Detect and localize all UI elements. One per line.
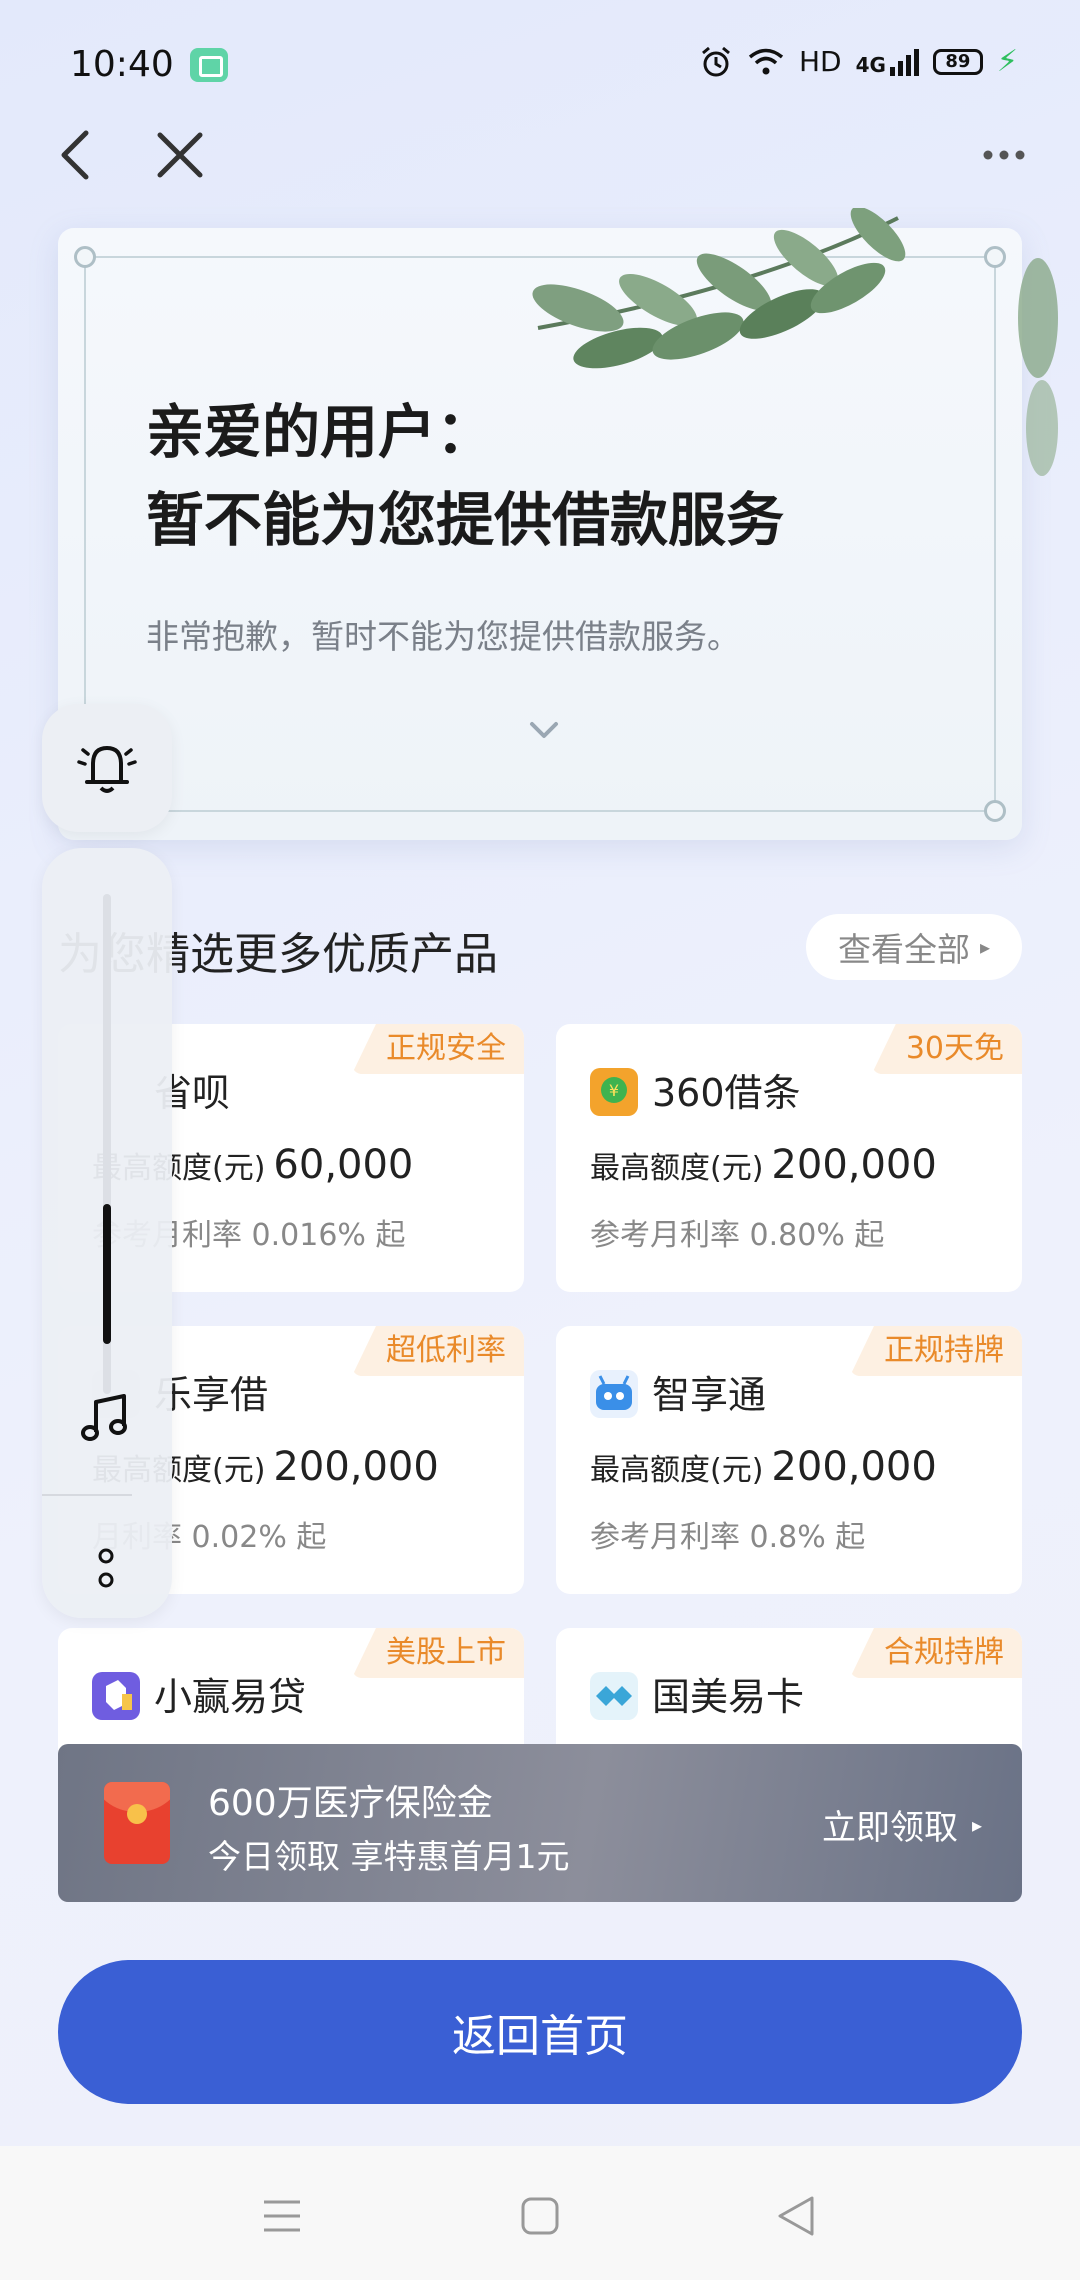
- product-tag: 超低利率: [352, 1326, 524, 1376]
- battery-indicator: 89: [932, 48, 983, 75]
- close-icon: [157, 132, 203, 178]
- promo-subtitle: 今日领取 享特惠首月1元: [208, 1837, 570, 1876]
- product-rate: 参考月利率 0.80% 起: [590, 1218, 885, 1253]
- frame-corner-decoration: [984, 800, 1006, 822]
- status-bar: 10:40 HD 4G 89 ⚡: [0, 0, 1080, 130]
- product-tag: 合规持牌: [850, 1628, 1022, 1678]
- charging-icon: ⚡: [996, 44, 1018, 79]
- notification-toggle-button[interactable]: [42, 704, 172, 832]
- home-system-button[interactable]: [510, 2186, 570, 2246]
- product-name: 360借条: [652, 1071, 801, 1115]
- product-tag: 正规安全: [352, 1024, 524, 1074]
- back-arrow-icon: [61, 130, 89, 180]
- product-card[interactable]: 正规持牌 智享通 最高额度(元) 200,000 参考月利率 0.8% 起: [556, 1326, 1022, 1594]
- notice-title-line1: 亲爱的用户：: [146, 398, 495, 466]
- notice-card: 亲爱的用户： 暂不能为您提供借款服务 非常抱歉，暂时不能为您提供借款服务。: [58, 208, 1058, 840]
- product-logo-icon: ¥: [590, 1068, 638, 1116]
- limit-label: 最高额度(元): [590, 1453, 764, 1488]
- limit-value: 60,000: [273, 1142, 414, 1188]
- product-tag: 正规持牌: [850, 1326, 1022, 1376]
- more-horizontal-icon: [983, 150, 1025, 160]
- product-name: 智享通: [652, 1373, 767, 1417]
- product-rate: 参考月利率 0.8% 起: [590, 1520, 866, 1555]
- product-tag: 美股上市: [352, 1628, 524, 1678]
- triangle-right-icon: ▸: [979, 935, 991, 959]
- menu-lines-icon: [264, 2200, 300, 2232]
- frame-corner-decoration: [74, 246, 96, 268]
- panel-divider: [42, 1494, 132, 1496]
- triangle-left-icon: [778, 2196, 814, 2236]
- more-button[interactable]: [964, 115, 1044, 195]
- recent-apps-button[interactable]: [252, 2186, 312, 2246]
- alarm-icon: [701, 46, 730, 76]
- return-home-button[interactable]: 返回首页: [58, 1960, 1022, 2104]
- product-name: 小赢易贷: [154, 1675, 307, 1719]
- network-label: HD: [798, 45, 842, 78]
- app-notification-icon: [190, 48, 228, 82]
- product-limit: 最高额度(元) 200,000: [590, 1142, 937, 1188]
- limit-value: 200,000: [771, 1142, 937, 1188]
- signal-label: 4G: [856, 47, 919, 77]
- status-time: 10:40: [70, 44, 174, 85]
- svg-text:¥: ¥: [609, 1081, 619, 1100]
- product-logo-icon: [590, 1672, 638, 1720]
- system-navigation-bar: [0, 2146, 1080, 2280]
- back-system-button[interactable]: [766, 2186, 826, 2246]
- close-button[interactable]: [140, 115, 220, 195]
- square-icon: [521, 2197, 559, 2235]
- music-note-icon[interactable]: [76, 1388, 136, 1448]
- product-card[interactable]: 30天免 ¥ 360借条 最高额度(元) 200,000 参考月利率 0.80%…: [556, 1024, 1022, 1292]
- notice-title-line2: 暂不能为您提供借款服务: [146, 486, 785, 554]
- notice-description: 非常抱歉，暂时不能为您提供借款服务。: [146, 617, 740, 656]
- view-all-button[interactable]: 查看全部 ▸: [806, 914, 1022, 980]
- notice-title: 亲爱的用户： 暂不能为您提供借款服务: [146, 388, 784, 564]
- product-limit: 最高额度(元) 200,000: [590, 1444, 937, 1490]
- limit-value: 200,000: [273, 1444, 439, 1490]
- wifi-icon: [748, 48, 784, 74]
- product-tag: 30天免: [871, 1024, 1022, 1074]
- insurance-promo-banner[interactable]: 600万医疗保险金 今日领取 享特惠首月1元 立即领取 ▸: [58, 1744, 1022, 1902]
- red-envelope-icon: [104, 1782, 170, 1864]
- product-logo-icon: [92, 1672, 140, 1720]
- promo-claim-label: 立即领取: [821, 1808, 958, 1848]
- status-indicators: HD 4G 89 ⚡: [699, 44, 1018, 79]
- limit-value: 200,000: [771, 1444, 937, 1490]
- more-vertical-icon[interactable]: [96, 1546, 116, 1592]
- promo-claim-button[interactable]: 立即领取 ▸: [822, 1800, 982, 1849]
- promo-title: 600万医疗保险金: [208, 1783, 493, 1824]
- volume-slider-fill[interactable]: [103, 1204, 111, 1344]
- product-name: 国美易卡: [652, 1675, 805, 1719]
- triangle-right-icon: ▸: [971, 1812, 982, 1837]
- view-all-label: 查看全部: [837, 930, 970, 969]
- product-logo-icon: [590, 1370, 638, 1418]
- bell-icon: [77, 746, 137, 793]
- chevron-down-icon[interactable]: [524, 716, 564, 746]
- signal-bars-icon: [889, 48, 919, 76]
- back-button[interactable]: [36, 115, 116, 195]
- limit-label: 最高额度(元): [590, 1151, 764, 1186]
- volume-panel: [42, 848, 172, 1618]
